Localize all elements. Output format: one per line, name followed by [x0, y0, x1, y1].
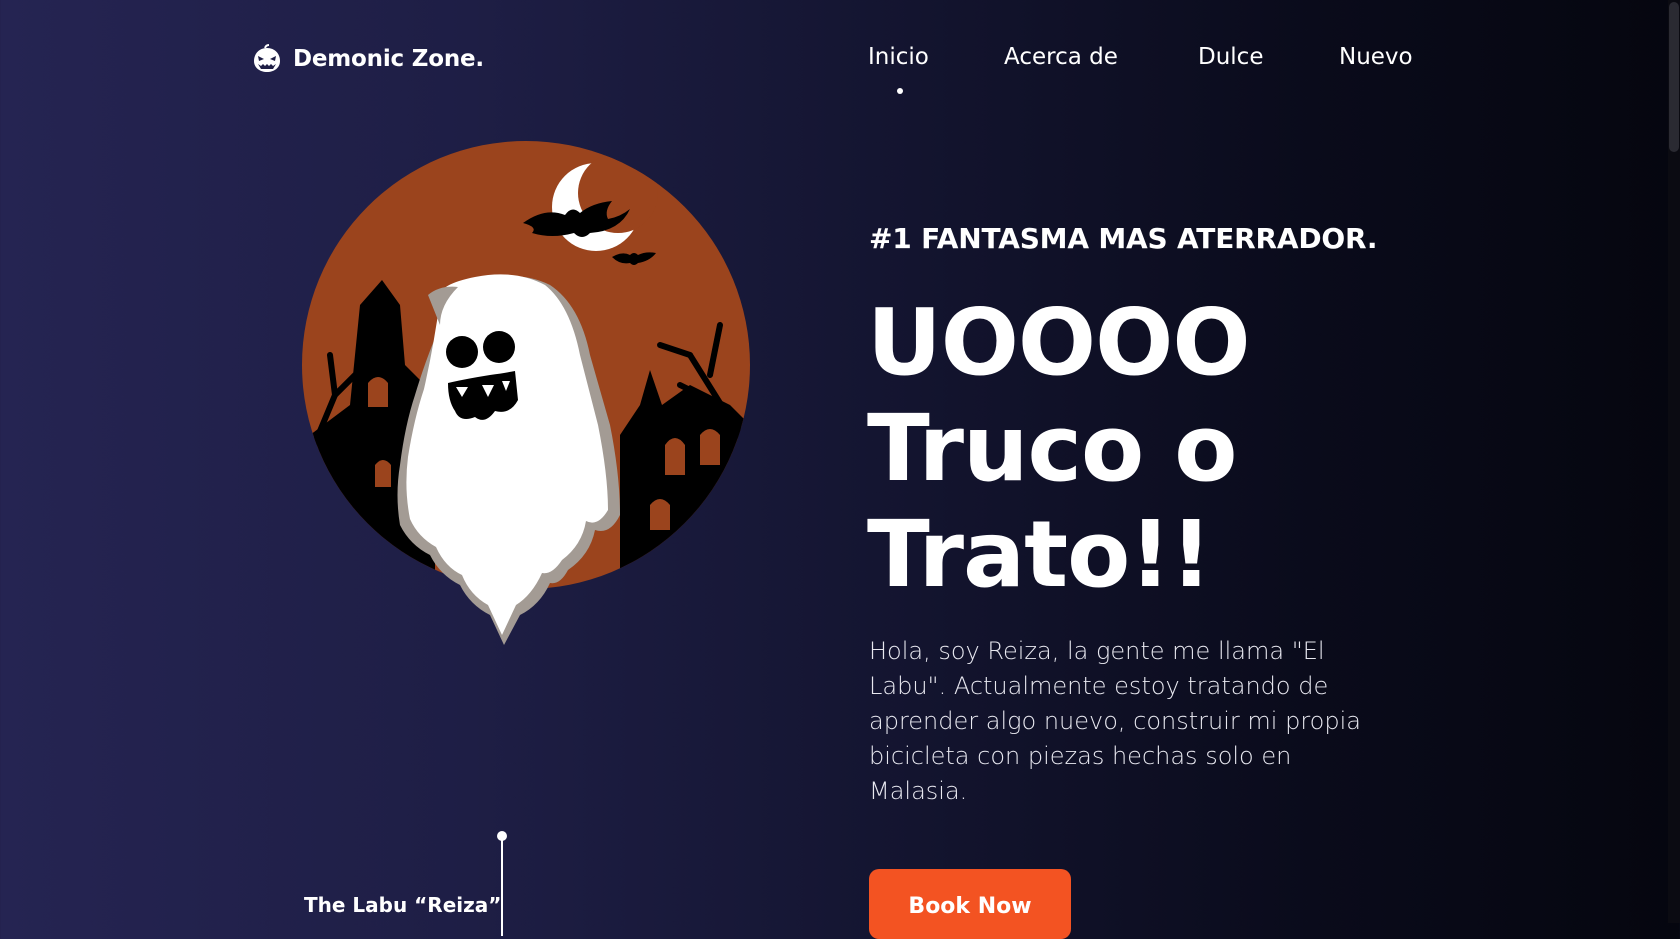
nav-item-inicio[interactable]: Inicio	[868, 44, 929, 70]
headline-line-1: UOOOO	[867, 289, 1251, 396]
nav-item-nuevo[interactable]: Nuevo	[1339, 44, 1413, 70]
pumpkin-face-icon	[254, 44, 280, 72]
headline-line-3: Trato!!	[867, 501, 1212, 608]
site-header: Demonic Zone. Inicio Acerca de Dulce Nue…	[0, 0, 1680, 100]
illustration-caption: The Labu “Reiza”	[304, 893, 502, 917]
ghost-eye-left	[446, 336, 478, 368]
hero-eyebrow: #1 FANTASMA MAS ATERRADOR.	[869, 222, 1378, 255]
page-scrollbar[interactable]	[1668, 0, 1680, 923]
brand-logo[interactable]: Demonic Zone.	[251, 44, 484, 74]
hero-headline: UOOOO Truco o Trato!!	[867, 289, 1251, 608]
ghost-eye-right	[483, 331, 515, 363]
ghost-illustration	[302, 141, 750, 645]
scrollbar-thumb[interactable]	[1669, 2, 1679, 152]
hero-intro: Hola, soy Reiza, la gente me llama "El L…	[869, 637, 1361, 805]
nav-item-dulce[interactable]: Dulce	[1198, 44, 1263, 70]
book-now-button[interactable]: Book Now	[869, 869, 1071, 939]
active-nav-indicator	[897, 88, 903, 94]
nav-item-acerca-de[interactable]: Acerca de	[1004, 44, 1118, 70]
brand-name: Demonic Zone.	[293, 46, 484, 72]
caption-pointer-line	[501, 836, 503, 936]
headline-line-2: Truco o	[867, 395, 1237, 502]
